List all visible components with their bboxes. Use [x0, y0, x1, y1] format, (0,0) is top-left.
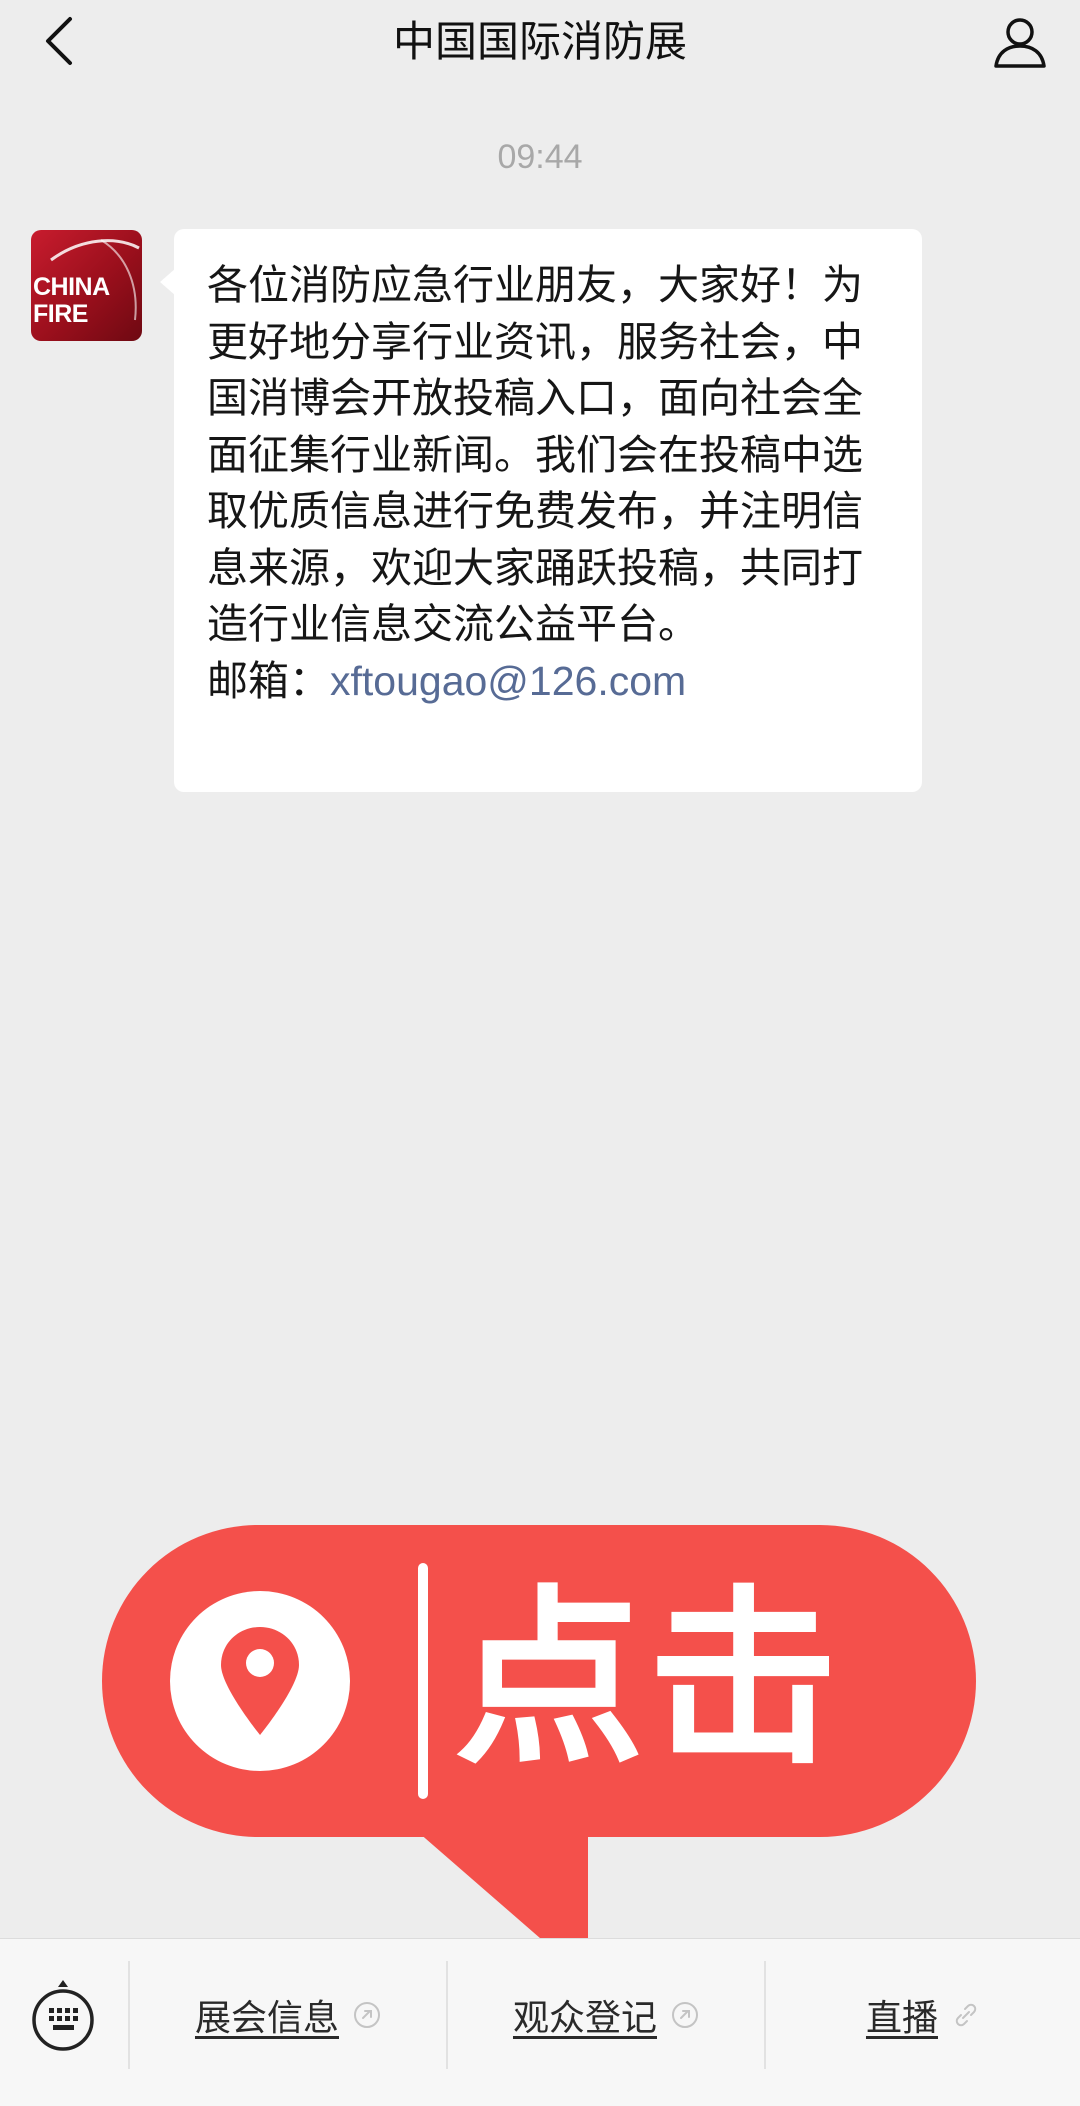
menu-item-exhibition-info[interactable]: 展会信息 [130, 1961, 446, 2069]
email-row: 邮箱：xftougao@126.com [207, 653, 892, 710]
menu-item-label: 展会信息 [194, 1998, 339, 2039]
banner-divider [418, 1563, 428, 1799]
avatar-logo-text: CHINA FIRE [33, 274, 141, 328]
banner-click-text: 点击 [454, 1569, 843, 1790]
avatar-logo-line2: FIRE [33, 300, 88, 328]
link-icon [671, 2001, 699, 2029]
top-bar: 中国国际消防展 [0, 0, 1080, 84]
email-label: 邮箱： [207, 656, 330, 705]
link-icon [952, 2001, 980, 2029]
message-text: 各位消防应急行业朋友，大家好！为更好地分享行业资讯，服务社会，中国消博会开放投稿… [207, 261, 863, 648]
profile-icon[interactable] [990, 12, 1050, 72]
avatar-logo-line1: CHINA [33, 273, 110, 301]
avatar[interactable]: CHINA FIRE [31, 230, 142, 341]
message-timestamp: 09:44 [497, 138, 583, 176]
menu-item-label: 观众登记 [512, 1998, 657, 2039]
location-pin-icon [170, 1591, 350, 1771]
menu-item-visitor-registration[interactable]: 观众登记 [448, 1961, 764, 2069]
menu-item-label: 直播 [865, 1998, 938, 2039]
keyboard-toggle-icon[interactable] [28, 1975, 98, 2055]
page-title: 中国国际消防展 [392, 17, 687, 66]
email-link[interactable]: xftougao@126.com [330, 658, 686, 704]
bottom-menu-bar: 展会信息 观众登记 直播 [0, 1938, 1080, 2106]
back-chevron-icon[interactable] [34, 14, 84, 68]
link-icon [353, 2001, 381, 2029]
menu-item-live-stream[interactable]: 直播 [766, 1961, 1080, 2069]
message-bubble[interactable]: 各位消防应急行业朋友，大家好！为更好地分享行业资讯，服务社会，中国消博会开放投稿… [174, 229, 922, 792]
click-banner[interactable]: 点击 [102, 1525, 976, 1837]
